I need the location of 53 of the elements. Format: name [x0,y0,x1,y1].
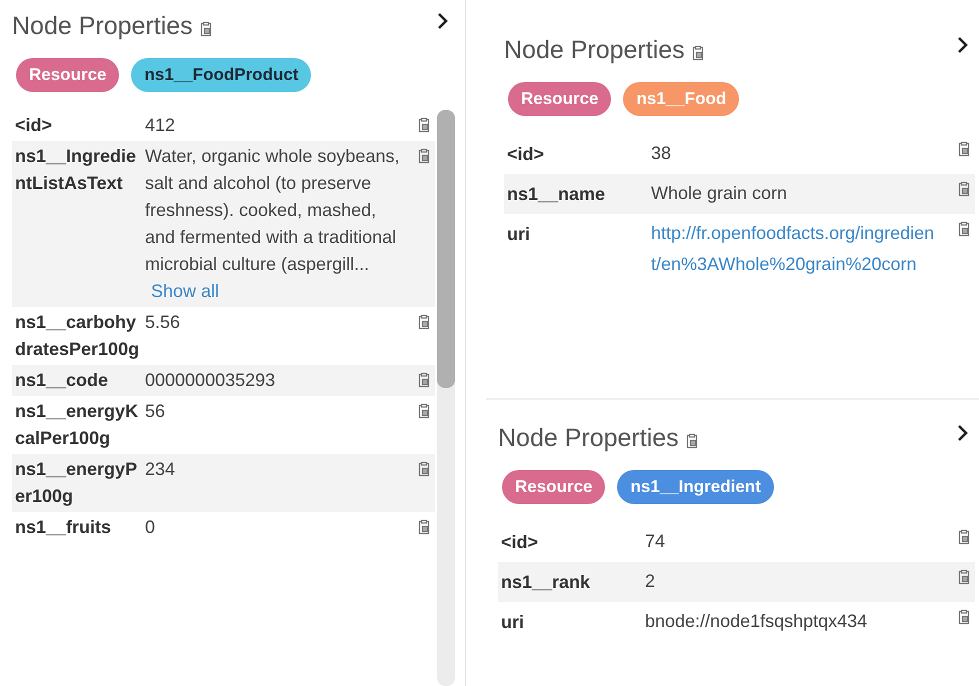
label-chip[interactable]: Resource [16,58,120,92]
property-value: 412 [145,114,176,137]
label-chip[interactable]: ns1__Ingredient [617,470,774,504]
property-key: ns1__rank [501,564,641,600]
copy-icon[interactable] [957,221,971,237]
copy-icon[interactable] [957,141,971,157]
property-value: Water, organic whole soybeans, salt and alcohol (to preserve freshness). cooked, mashed, and fermented with a traditional microbial culture (aspergill... [145,145,400,276]
property-key: ns1__fruits [15,514,141,541]
property-key: <id> [507,136,647,172]
property-value: 0000000035293 [145,369,276,392]
copy-icon[interactable] [417,314,431,330]
property-value: bnode://node1fsqshptqx434 [645,610,868,633]
property-key: uri [501,604,641,640]
panel-title: Node Properties [504,36,685,64]
copy-icon[interactable] [684,432,699,448]
label-chip[interactable]: Resource [502,470,606,504]
copy-icon[interactable] [417,461,431,477]
property-key: ns1__name [507,176,647,212]
copy-icon[interactable] [957,181,971,197]
property-key: <id> [15,112,141,139]
panel-title: Node Properties [12,12,193,40]
label-chip[interactable]: ns1__FoodProduct [131,58,312,92]
copy-icon[interactable] [417,403,431,419]
label-chip[interactable]: ns1__Food [623,82,740,116]
panel-title: Node Properties [498,424,679,452]
property-key: uri [507,216,647,282]
property-link[interactable]: http://fr.openfoodfacts.org/ingredient/en%3AWhole%20grain%20corn [651,218,943,280]
copy-icon[interactable] [690,44,705,60]
copy-icon[interactable] [957,569,971,585]
copy-icon[interactable] [417,372,431,388]
label-chip[interactable]: Resource [508,82,612,116]
property-key: <id> [501,524,641,560]
chevron-right-icon[interactable] [957,36,969,54]
property-value: 234 [145,458,176,481]
property-key: ns1__code [15,367,141,394]
copy-icon[interactable] [198,20,213,36]
property-value: 2 [645,570,656,593]
property-key: ns1__IngredientListAsText [15,143,141,305]
property-value: 0 [145,516,156,539]
copy-icon[interactable] [957,529,971,545]
scrollbar[interactable] [437,110,455,686]
copy-icon[interactable] [417,519,431,535]
property-value: 5.56 [145,311,180,334]
copy-icon[interactable] [417,117,431,133]
chevron-right-icon[interactable] [957,424,969,442]
copy-icon[interactable] [417,148,431,164]
copy-icon[interactable] [957,609,971,625]
chevron-right-icon[interactable] [437,12,449,30]
property-value: 38 [651,142,672,165]
show-all-link[interactable]: Show all [151,278,220,305]
property-value: Whole grain corn [651,182,788,205]
property-value: 74 [645,530,666,553]
property-value: 56 [145,400,166,423]
